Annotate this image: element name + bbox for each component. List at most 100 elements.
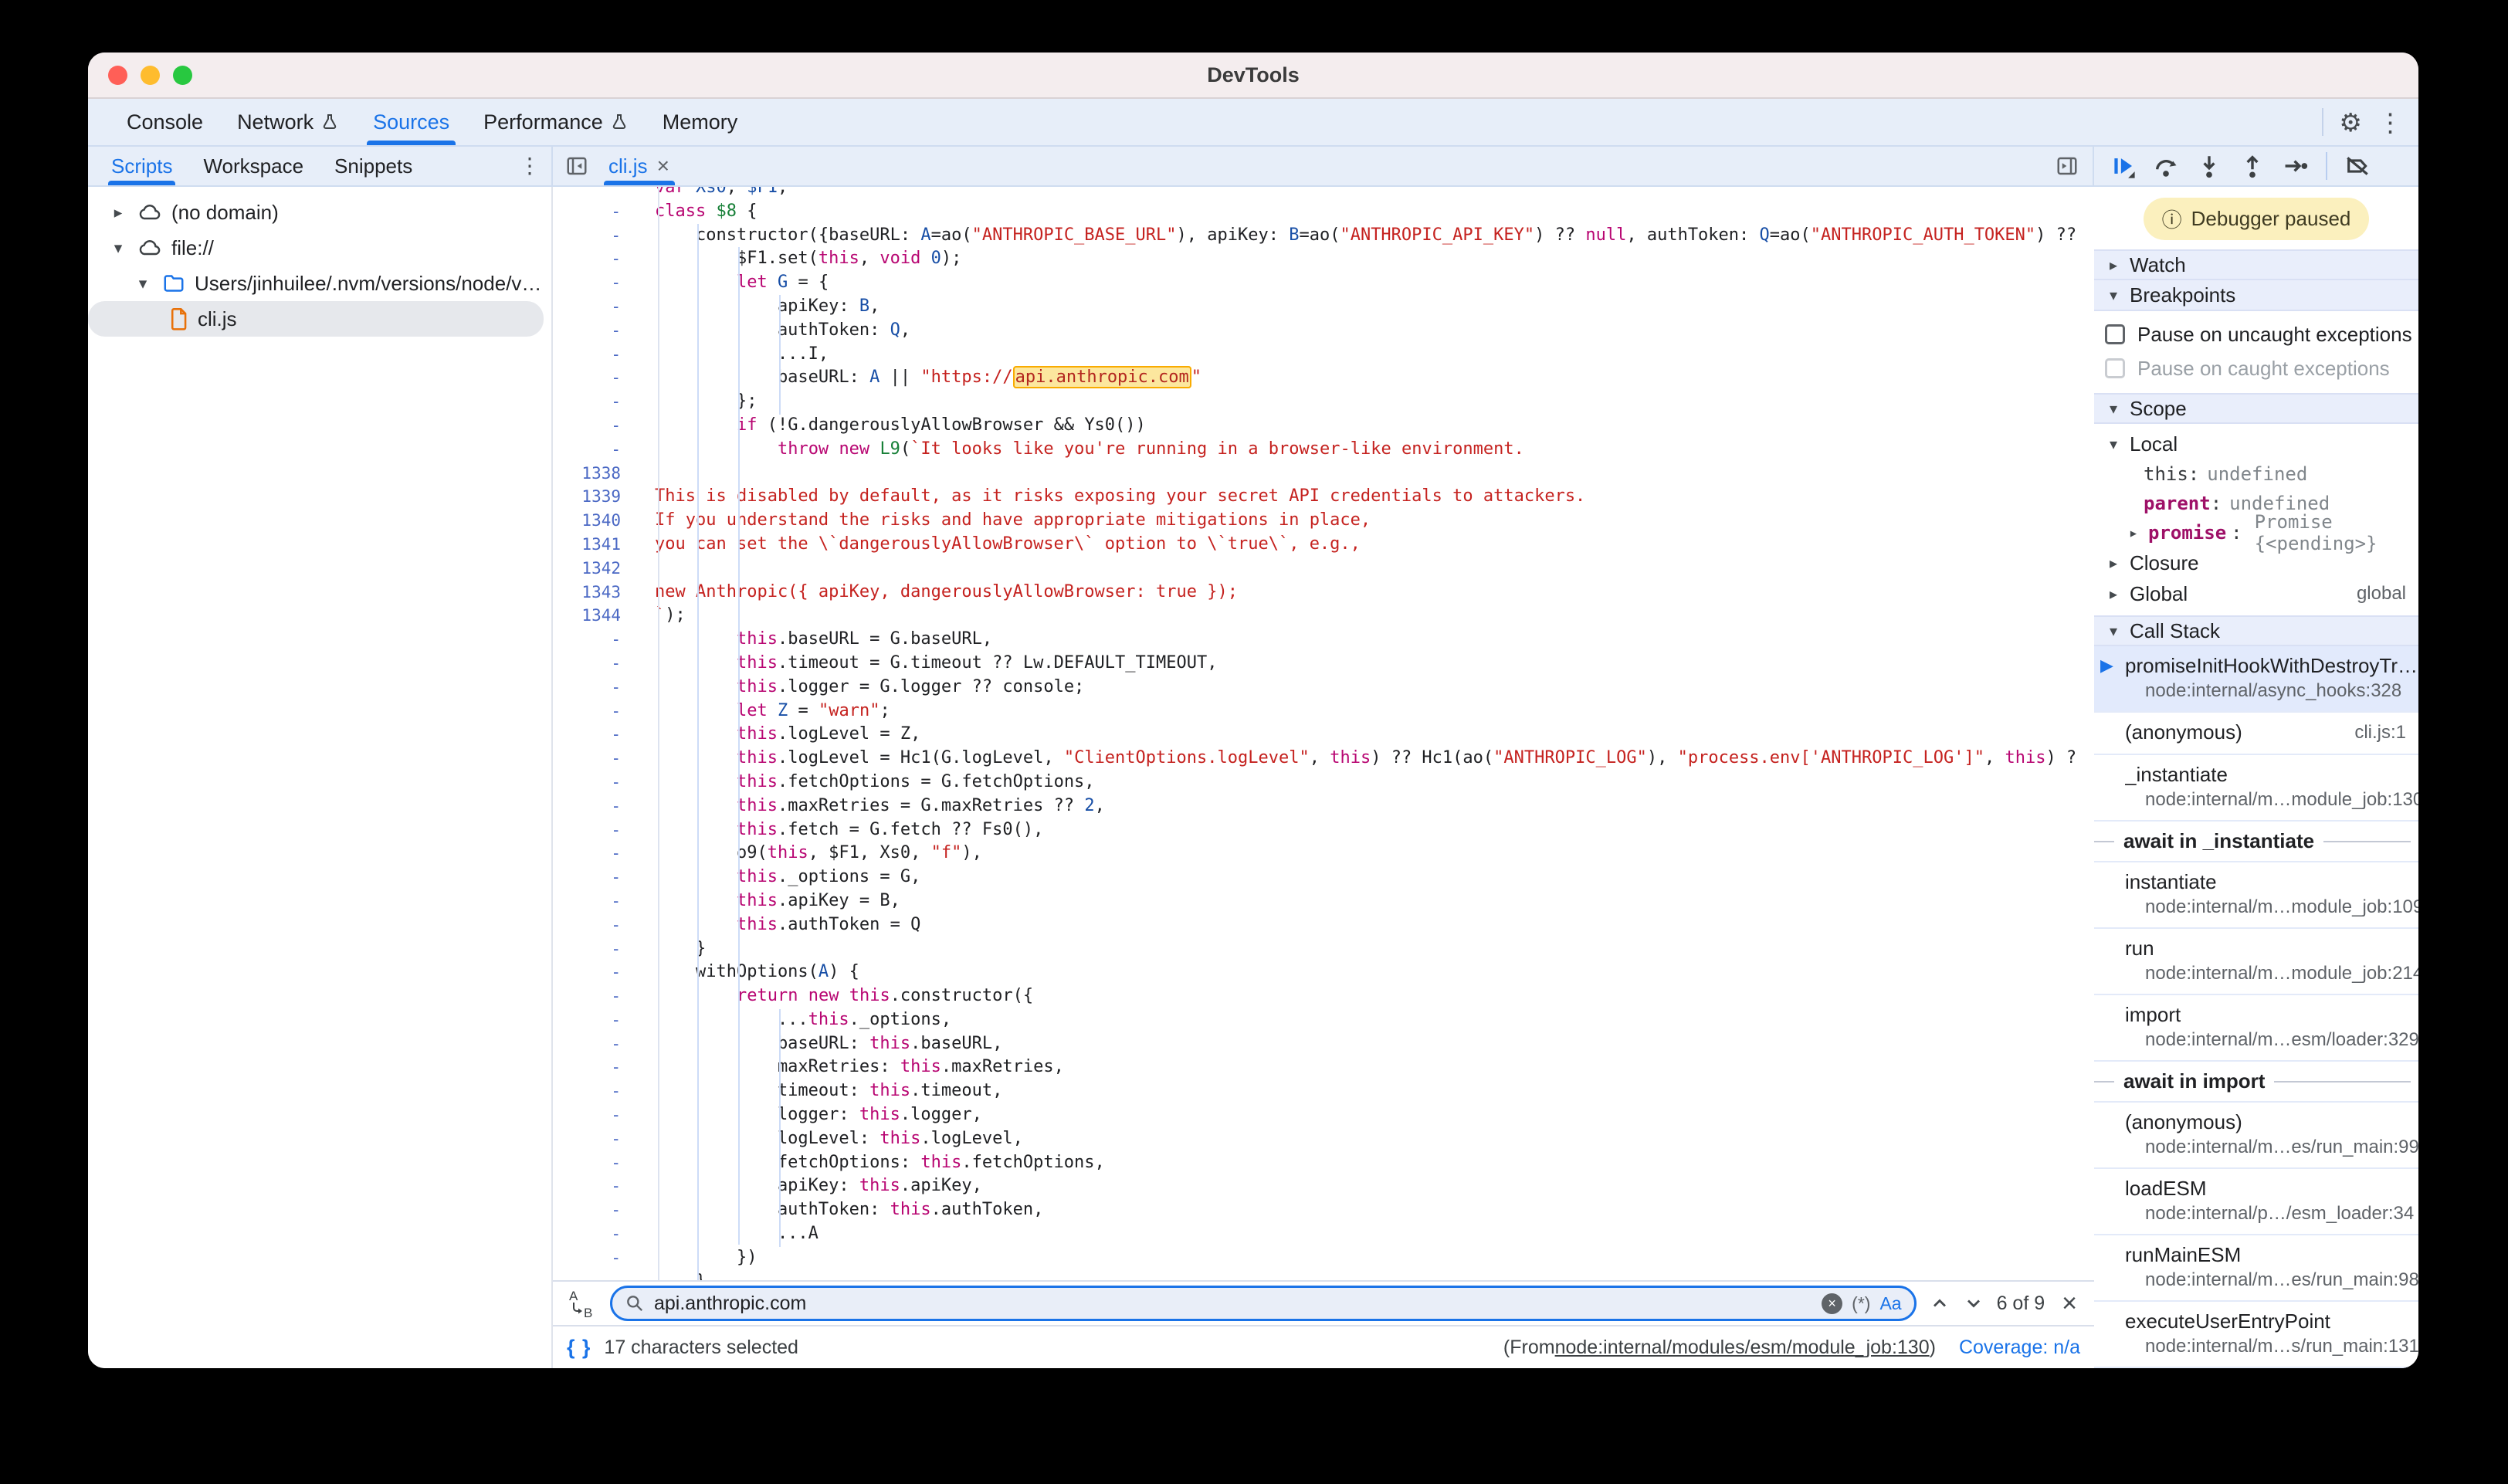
tab-workspace[interactable]: Workspace bbox=[203, 147, 303, 185]
code-line[interactable]: - ...this._options, bbox=[553, 1008, 2094, 1032]
pretty-print-icon[interactable]: { } bbox=[567, 1336, 591, 1360]
code-line[interactable]: - apiKey: this.apiKey, bbox=[553, 1174, 2094, 1198]
tab-performance[interactable]: Performance bbox=[466, 99, 646, 145]
line-gutter[interactable]: 1344 bbox=[553, 604, 639, 628]
line-gutter[interactable]: - bbox=[553, 1174, 639, 1198]
line-gutter[interactable]: - bbox=[553, 771, 639, 795]
line-gutter[interactable]: 1340 bbox=[553, 509, 639, 533]
coverage-link[interactable]: Coverage: n/a bbox=[1959, 1337, 2080, 1359]
more-options-kebab-icon[interactable]: ⋮ bbox=[2378, 110, 2403, 135]
tab-scripts[interactable]: Scripts bbox=[111, 147, 172, 185]
step-out-button[interactable] bbox=[2239, 153, 2266, 179]
code-line[interactable]: - }) bbox=[553, 1246, 2094, 1270]
code-line[interactable]: - this.fetchOptions = G.fetchOptions, bbox=[553, 771, 2094, 795]
line-gutter[interactable]: - bbox=[553, 438, 639, 462]
search-input[interactable]: api.anthropic.com × (*) Aa bbox=[610, 1286, 1917, 1321]
pause-on-caught-row[interactable]: Pause on caught exceptions bbox=[2094, 351, 2418, 385]
clear-search-icon[interactable]: × bbox=[1822, 1293, 1842, 1314]
code-line[interactable]: - return new this.constructor({ bbox=[553, 984, 2094, 1008]
code-line[interactable]: 1339This is disabled by default, as it r… bbox=[553, 485, 2094, 509]
code-line[interactable]: - this.logLevel = Z, bbox=[553, 723, 2094, 747]
code-line[interactable]: - this.fetch = G.fetch ?? Fs0(), bbox=[553, 818, 2094, 842]
line-gutter[interactable]: - bbox=[553, 295, 639, 319]
line-gutter[interactable]: 1341 bbox=[553, 533, 639, 557]
line-gutter[interactable]: - bbox=[553, 937, 639, 961]
code-line[interactable]: - baseURL: this.baseURL, bbox=[553, 1032, 2094, 1056]
code-line[interactable]: - o9(this, $F1, Xs0, "f"), bbox=[553, 842, 2094, 866]
toggle-debugger-sidebar-icon[interactable] bbox=[2056, 154, 2079, 178]
watch-section-header[interactable]: ▸ Watch bbox=[2094, 249, 2418, 280]
code-line[interactable]: - throw new L9(`It looks like you're run… bbox=[553, 438, 2094, 462]
scope-promise[interactable]: ▸ promise: Promise {<pending>} bbox=[2094, 518, 2418, 547]
previous-match-button[interactable] bbox=[1929, 1293, 1950, 1314]
chevron-down-icon[interactable]: ▾ bbox=[133, 274, 153, 293]
code-area[interactable]: var Xs0, $F1;-class $8 {- constructor({b… bbox=[553, 187, 2094, 1280]
line-gutter[interactable]: 1342 bbox=[553, 557, 639, 581]
code-line[interactable]: - baseURL: A || "https://api.anthropic.c… bbox=[553, 366, 2094, 390]
code-line[interactable]: - fetchOptions: this.fetchOptions, bbox=[553, 1151, 2094, 1175]
line-gutter[interactable]: - bbox=[553, 1151, 639, 1175]
tree-item-folder[interactable]: ▾ Users/jinhuilee/.nvm/versions/node/v2… bbox=[88, 266, 551, 301]
line-gutter[interactable]: - bbox=[553, 224, 639, 248]
line-gutter[interactable]: - bbox=[553, 1055, 639, 1079]
line-gutter[interactable]: - bbox=[553, 676, 639, 700]
call-stack-frame[interactable]: executeUserEntryPointnode:internal/m…s/r… bbox=[2094, 1302, 2418, 1368]
line-gutter[interactable]: - bbox=[553, 913, 639, 937]
code-line[interactable]: - this._options = G, bbox=[553, 866, 2094, 889]
line-gutter[interactable]: - bbox=[553, 366, 639, 390]
line-gutter[interactable]: - bbox=[553, 1127, 639, 1151]
code-line[interactable]: - timeout: this.timeout, bbox=[553, 1079, 2094, 1103]
chevron-down-icon[interactable]: ▾ bbox=[108, 239, 128, 258]
line-gutter[interactable]: - bbox=[553, 1008, 639, 1032]
step-over-button[interactable] bbox=[2153, 153, 2179, 179]
call-stack-frame[interactable]: runnode:internal/m…module_job:214 bbox=[2094, 929, 2418, 995]
code-line[interactable]: var Xs0, $F1; bbox=[553, 187, 2094, 200]
code-line[interactable]: 1342 bbox=[553, 557, 2094, 581]
line-gutter[interactable]: - bbox=[553, 652, 639, 676]
tree-item-no-domain[interactable]: ▸ (no domain) bbox=[88, 195, 551, 230]
call-stack-frame[interactable]: loadESMnode:internal/p…/esm_loader:34 bbox=[2094, 1169, 2418, 1235]
tab-console[interactable]: Console bbox=[110, 99, 220, 145]
line-gutter[interactable] bbox=[553, 187, 639, 200]
line-gutter[interactable]: - bbox=[553, 390, 639, 414]
line-gutter[interactable]: - bbox=[553, 961, 639, 984]
code-line[interactable]: - authToken: this.authToken, bbox=[553, 1198, 2094, 1222]
editor-tab-clijs[interactable]: cli.js × bbox=[593, 147, 685, 185]
code-line[interactable]: - this.apiKey = B, bbox=[553, 889, 2094, 913]
code-line[interactable]: - this.logLevel = Hc1(G.logLevel, "Clien… bbox=[553, 747, 2094, 771]
code-line[interactable]: - this.authToken = Q bbox=[553, 913, 2094, 937]
code-line[interactable]: - let G = { bbox=[553, 271, 2094, 295]
code-line[interactable]: 1341you can set the \`dangerouslyAllowBr… bbox=[553, 533, 2094, 557]
code-line[interactable]: 1343new Anthropic({ apiKey, dangerouslyA… bbox=[553, 581, 2094, 605]
line-gutter[interactable]: - bbox=[553, 1079, 639, 1103]
line-gutter[interactable]: - bbox=[553, 1103, 639, 1127]
source-mapped-link[interactable]: node:internal/modules/esm/module_job:130 bbox=[1555, 1337, 1930, 1359]
call-stack-frame[interactable]: _instantiatenode:internal/m…module_job:1… bbox=[2094, 755, 2418, 822]
code-line[interactable]: -class $8 { bbox=[553, 200, 2094, 224]
scope-local-group[interactable]: ▾ Local bbox=[2094, 429, 2418, 459]
call-stack-frame[interactable]: importnode:internal/m…esm/loader:329 bbox=[2094, 995, 2418, 1062]
chevron-right-icon[interactable]: ▸ bbox=[2123, 523, 2144, 542]
call-stack-frame[interactable]: (anonymous)cli.js:1 bbox=[2094, 713, 2418, 755]
scope-global-group[interactable]: ▸ Global global bbox=[2094, 578, 2418, 609]
call-stack-frame[interactable]: runMainESMnode:internal/m…es/run_main:98 bbox=[2094, 1235, 2418, 1302]
call-stack-frame[interactable]: (anonymous)node:internal/m…es/run_main:9… bbox=[2094, 1103, 2418, 1169]
tab-network[interactable]: Network bbox=[220, 99, 356, 145]
line-gutter[interactable]: 1338 bbox=[553, 462, 639, 486]
pause-on-uncaught-row[interactable]: Pause on uncaught exceptions bbox=[2094, 317, 2418, 351]
line-gutter[interactable]: - bbox=[553, 1246, 639, 1270]
code-line[interactable]: - this.maxRetries = G.maxRetries ?? 2, bbox=[553, 795, 2094, 818]
code-line[interactable]: - authToken: Q, bbox=[553, 319, 2094, 343]
match-case-toggle[interactable]: Aa bbox=[1879, 1293, 1901, 1314]
code-line[interactable]: - constructor({baseURL: A=ao("ANTHROPIC_… bbox=[553, 224, 2094, 248]
line-gutter[interactable]: - bbox=[553, 271, 639, 295]
code-line[interactable]: - apiKey: B, bbox=[553, 295, 2094, 319]
code-line[interactable]: - maxRetries: this.maxRetries, bbox=[553, 1055, 2094, 1079]
line-gutter[interactable]: - bbox=[553, 414, 639, 438]
breakpoints-section-header[interactable]: ▾ Breakpoints bbox=[2094, 280, 2418, 311]
code-line[interactable]: - ...I, bbox=[553, 343, 2094, 367]
line-gutter[interactable]: - bbox=[553, 842, 639, 866]
close-find-bar-icon[interactable]: × bbox=[2057, 1290, 2082, 1316]
line-gutter[interactable]: 1339 bbox=[553, 485, 639, 509]
settings-gear-icon[interactable]: ⚙ bbox=[2339, 110, 2362, 135]
